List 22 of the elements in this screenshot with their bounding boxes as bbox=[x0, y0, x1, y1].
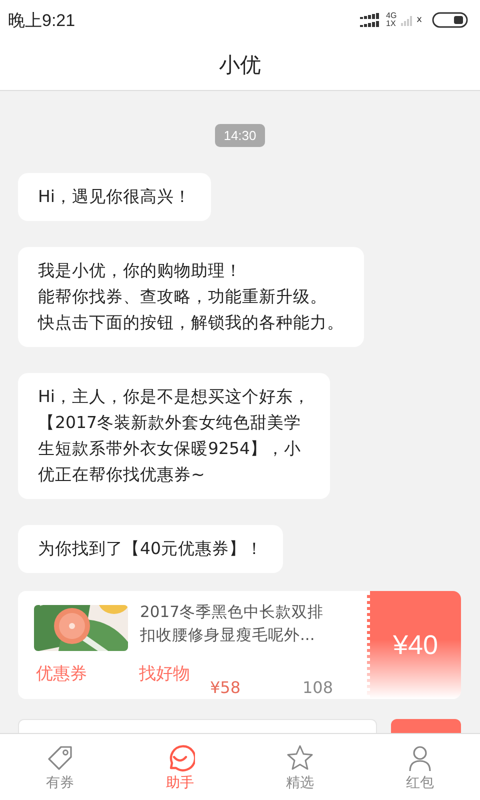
status-time: 晚上9:21 bbox=[8, 10, 76, 32]
tab[interactable]: 精选 bbox=[240, 734, 360, 800]
tab[interactable]: 红包 bbox=[360, 734, 480, 800]
coupon-stub[interactable]: ¥40 bbox=[367, 591, 461, 699]
tab[interactable]: 有券 bbox=[0, 734, 120, 800]
chat-bubble: Hi，主人，你是不是想买这个好东， 【2017冬装新款外套女纯色甜美学 生短款系带外衣女保暖9254】，小 优正在帮你找优惠券~ bbox=[18, 373, 330, 499]
signal-icon bbox=[360, 13, 382, 27]
star-icon bbox=[285, 742, 315, 772]
no-signal-mark: x bbox=[416, 15, 422, 25]
chat-bubble: Hi，遇见你很高兴！ bbox=[18, 173, 211, 221]
signal-icon bbox=[400, 14, 413, 26]
timestamp: 14:30 bbox=[214, 124, 266, 147]
battery-icon bbox=[432, 12, 468, 28]
network-label: 4G bbox=[386, 12, 397, 20]
price-text: ¥58 bbox=[209, 678, 241, 697]
chat-bubble: 为你找到了【40元优惠券】！ bbox=[18, 525, 283, 573]
product-title: 2017冬季黑色中长款双排扣收腰修身显瘦毛呢外... bbox=[140, 602, 324, 646]
tab[interactable]: 助手 bbox=[120, 734, 240, 800]
chat-bubble: 我是小优，你的购物助理！ 能帮你找券、查攻略，功能重新升级。 快点击下面的按钮，解锁我的各种能力。 bbox=[18, 247, 364, 347]
page-title: 小优 bbox=[219, 52, 261, 79]
network-label: 1X bbox=[386, 20, 397, 28]
sales-count: 108 bbox=[302, 678, 334, 697]
